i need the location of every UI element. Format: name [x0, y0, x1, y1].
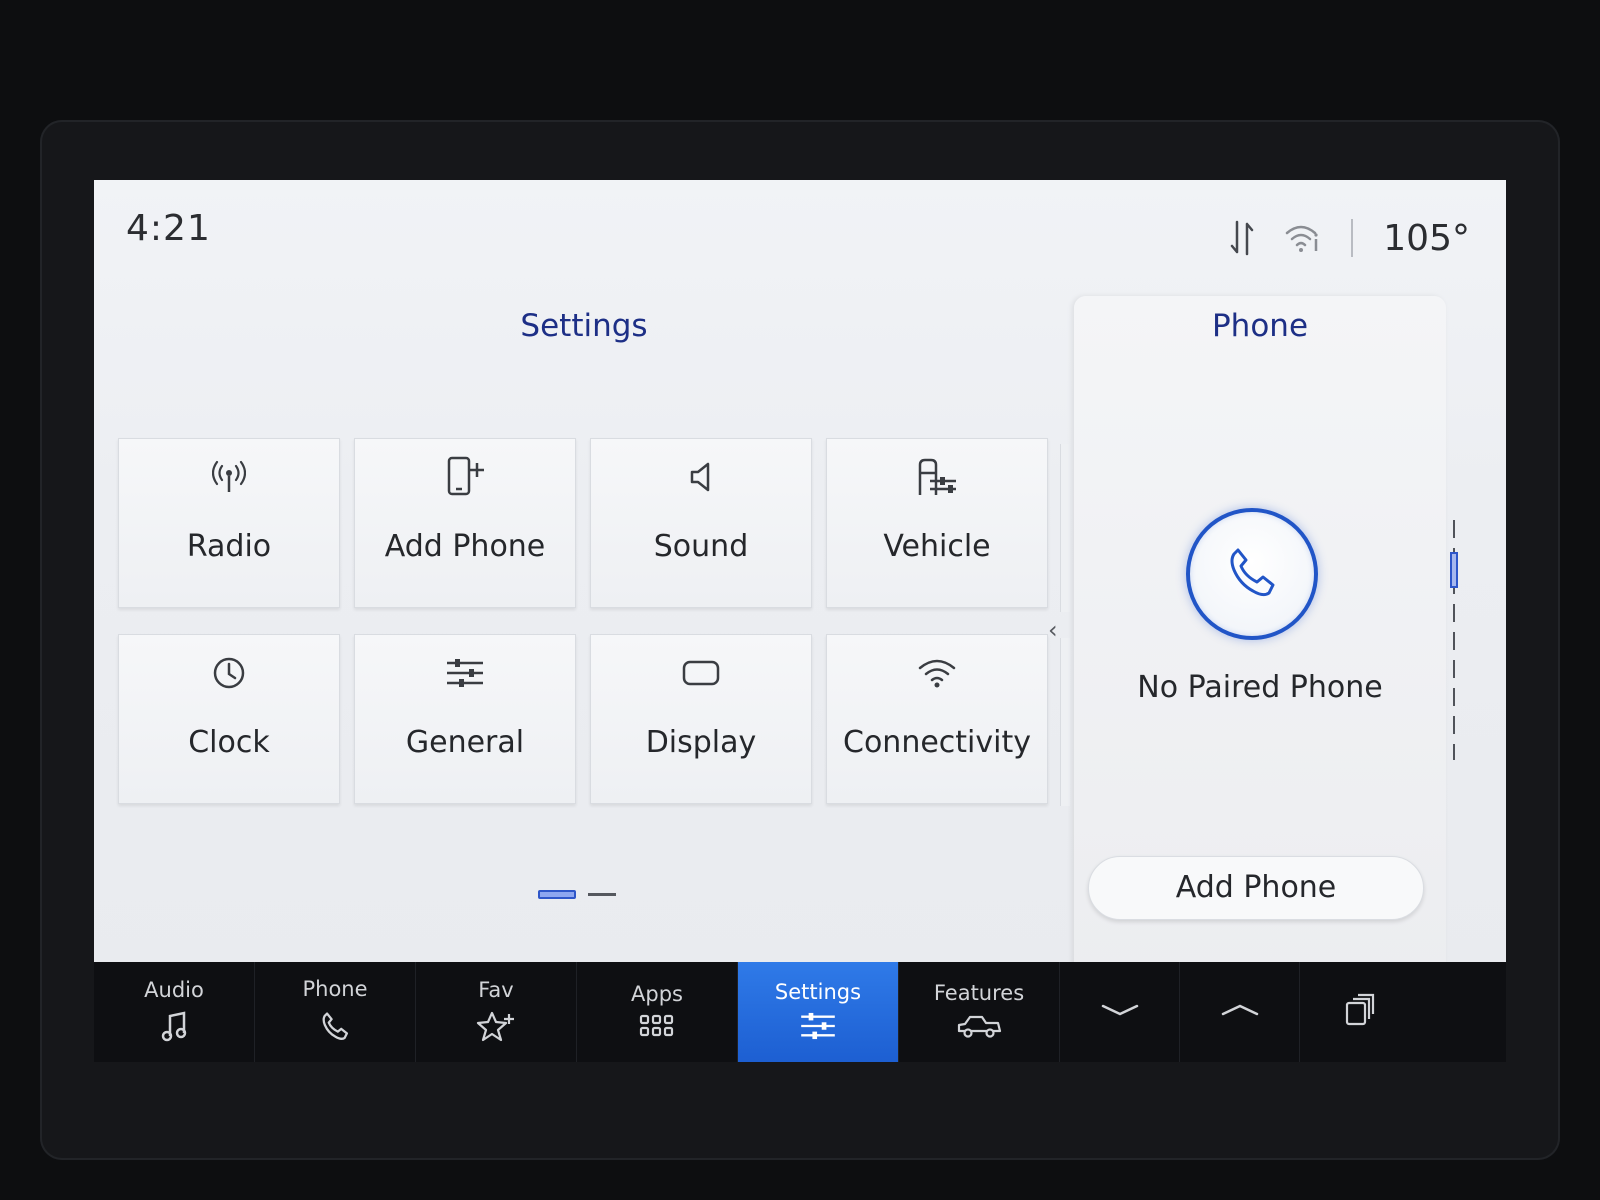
- display-icon: [681, 651, 721, 695]
- dock-settings[interactable]: Settings: [738, 962, 899, 1062]
- page-indicator-inactive: [588, 893, 616, 896]
- music-note-icon: [160, 1010, 188, 1046]
- sliders-icon: [799, 1012, 837, 1044]
- tile-clock[interactable]: Clock: [118, 634, 340, 804]
- phone-panel-title: Phone: [1211, 308, 1309, 344]
- tile-label: Sound: [653, 529, 749, 564]
- window-switch-icon: [1344, 993, 1376, 1031]
- dock-window-switch[interactable]: [1300, 962, 1420, 1062]
- next-tile-peek[interactable]: [1060, 444, 1070, 612]
- radio-antenna-icon: [212, 455, 246, 499]
- tile-radio[interactable]: Radio: [118, 438, 340, 608]
- tile-label: Add Phone: [384, 529, 546, 564]
- wifi-icon: [917, 651, 957, 695]
- tile-label: General: [405, 725, 525, 760]
- status-time: 4:21: [126, 208, 211, 249]
- sliders-icon: [445, 651, 485, 695]
- tile-general[interactable]: General: [354, 634, 576, 804]
- infotainment-screen: 4:21 105° Settings Radio Add Phone Sound…: [94, 180, 1506, 980]
- dock-label: Settings: [774, 980, 862, 1004]
- wifi-info-icon: [1285, 223, 1321, 253]
- dock-label: Features: [933, 981, 1025, 1005]
- tile-label: Radio: [186, 529, 272, 564]
- settings-title: Settings: [520, 308, 648, 344]
- dock-label: Phone: [302, 977, 368, 1001]
- settings-tile-grid: Radio Add Phone Sound Vehicle Clock Gene…: [118, 438, 1048, 804]
- status-divider: [1351, 219, 1354, 257]
- apps-grid-icon: [639, 1014, 675, 1042]
- dock-fav[interactable]: Fav: [416, 962, 577, 1062]
- tile-sound[interactable]: Sound: [590, 438, 812, 608]
- clock-icon: [211, 651, 247, 695]
- add-phone-button[interactable]: Add Phone: [1088, 856, 1424, 920]
- dock-label: Apps: [631, 982, 683, 1006]
- phone-icon: [318, 1009, 352, 1047]
- bottom-dock: Audio Phone Fav Apps Settings Features: [94, 962, 1506, 1062]
- chevron-down-icon: [1100, 1002, 1140, 1022]
- page-indicator[interactable]: [538, 890, 616, 899]
- star-plus-icon: [476, 1010, 516, 1046]
- phone-panel: Phone No Paired Phone Add Phone: [1074, 296, 1446, 980]
- tile-label: Vehicle: [883, 529, 991, 564]
- next-tile-peek[interactable]: [1060, 638, 1070, 806]
- outside-temperature: 105°: [1383, 217, 1470, 259]
- vehicle-settings-icon: [916, 455, 958, 499]
- add-phone-icon: [445, 455, 485, 499]
- status-bar-right: 105°: [1229, 217, 1470, 259]
- scroll-thumb[interactable]: [1450, 552, 1458, 588]
- chevron-left-icon[interactable]: ‹: [1048, 616, 1058, 644]
- dock-collapse[interactable]: [1060, 962, 1180, 1062]
- data-transfer-icon: [1229, 220, 1255, 256]
- tile-add-phone[interactable]: Add Phone: [354, 438, 576, 608]
- phone-call-button[interactable]: [1186, 508, 1318, 640]
- truck-icon: [956, 1013, 1002, 1043]
- chevron-up-icon: [1220, 1002, 1260, 1022]
- phone-status-text: No Paired Phone: [1137, 670, 1383, 705]
- tile-vehicle[interactable]: Vehicle: [826, 438, 1048, 608]
- dock-label: Fav: [478, 978, 514, 1002]
- panel-scrollbar[interactable]: [1450, 520, 1458, 760]
- page-indicator-active: [538, 890, 576, 899]
- dock-audio[interactable]: Audio: [94, 962, 255, 1062]
- tile-label: Connectivity: [843, 725, 1031, 760]
- dock-label: Audio: [144, 978, 204, 1002]
- dock-expand[interactable]: [1180, 962, 1300, 1062]
- speaker-icon: [686, 455, 716, 499]
- tile-display[interactable]: Display: [590, 634, 812, 804]
- dock-apps[interactable]: Apps: [577, 962, 738, 1062]
- tile-label: Clock: [188, 725, 270, 760]
- tile-connectivity[interactable]: Connectivity: [826, 634, 1048, 804]
- dock-features[interactable]: Features: [899, 962, 1060, 1062]
- phone-icon: [1222, 542, 1282, 606]
- dock-phone[interactable]: Phone: [255, 962, 416, 1062]
- tile-label: Display: [645, 725, 757, 760]
